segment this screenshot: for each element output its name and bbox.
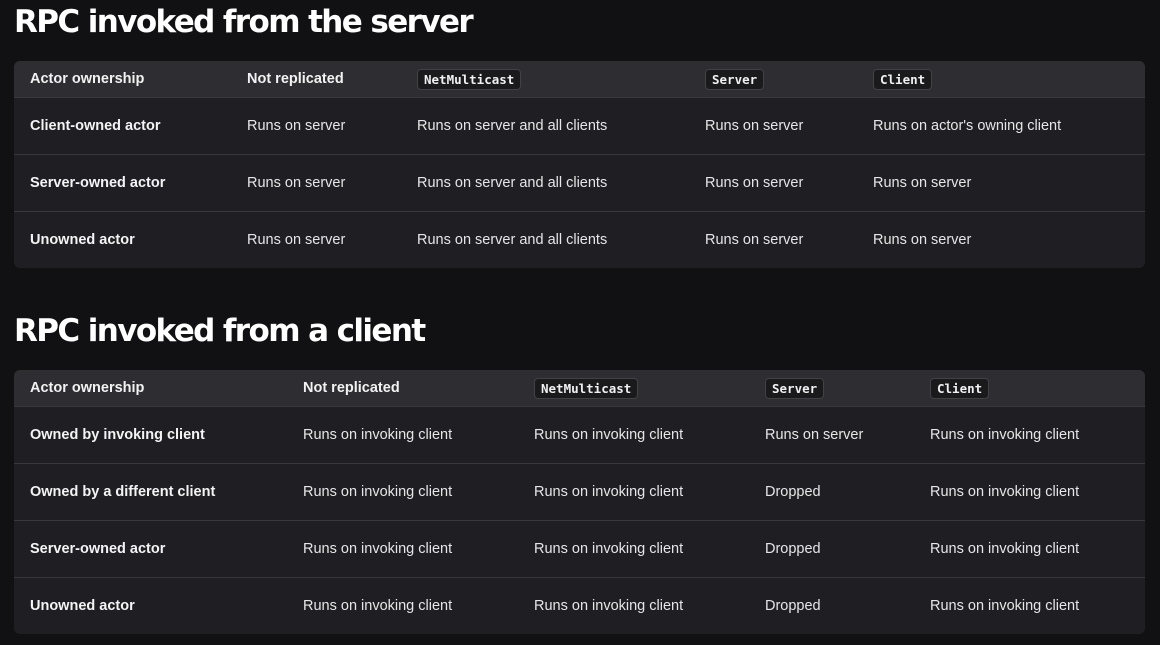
table-cell: Dropped — [765, 484, 821, 500]
table-cell: Runs on server — [873, 232, 972, 248]
table-cell: Runs on invoking client — [534, 427, 684, 443]
header-actor-ownership: Actor ownership — [30, 71, 145, 87]
table-row: Server-owned actor Runs on server Runs o… — [14, 154, 1145, 211]
table-cell: Runs on invoking client — [930, 541, 1080, 557]
row-label: Owned by a different client — [30, 484, 216, 500]
table-cell: Runs on server — [247, 118, 346, 134]
table-header-row: Actor ownership Not replicated NetMultic… — [14, 370, 1145, 406]
header-not-replicated: Not replicated — [247, 71, 344, 87]
rpc-client-table: Actor ownership Not replicated NetMultic… — [14, 370, 1145, 634]
table-cell: Runs on actor's owning client — [873, 118, 1062, 134]
rpc-server-table: Actor ownership Not replicated NetMultic… — [14, 61, 1145, 268]
table-row: Client-owned actor Runs on server Runs o… — [14, 97, 1145, 154]
table-cell: Runs on server — [873, 175, 972, 191]
table-header-row: Actor ownership Not replicated NetMultic… — [14, 61, 1145, 97]
table-row: Unowned actor Runs on server Runs on ser… — [14, 211, 1145, 268]
header-server: Server — [705, 61, 765, 97]
header-not-replicated: Not replicated — [303, 380, 400, 396]
code-client: Client — [873, 68, 933, 90]
table-cell: Runs on server — [247, 232, 346, 248]
table-row: Owned by a different client Runs on invo… — [14, 463, 1145, 520]
table-cell: Runs on invoking client — [534, 484, 684, 500]
table-row: Unowned actor Runs on invoking client Ru… — [14, 577, 1145, 634]
table-cell: Runs on server — [705, 232, 804, 248]
table-cell: Runs on invoking client — [930, 484, 1080, 500]
header-netmulticast: NetMulticast — [534, 370, 639, 406]
header-client: Client — [930, 370, 990, 406]
table-cell: Dropped — [765, 541, 821, 557]
row-label: Unowned actor — [30, 232, 135, 248]
table-cell: Runs on server — [247, 175, 346, 191]
table-cell: Runs on server — [705, 175, 804, 191]
header-server: Server — [765, 370, 825, 406]
code-netmulticast: NetMulticast — [534, 377, 639, 399]
row-label: Server-owned actor — [30, 541, 166, 557]
table-cell: Runs on server and all clients — [417, 232, 608, 248]
header-client: Client — [873, 61, 933, 97]
table-cell: Runs on server and all clients — [417, 175, 608, 191]
table-cell: Runs on invoking client — [534, 598, 684, 614]
row-label: Unowned actor — [30, 598, 135, 614]
row-label: Client-owned actor — [30, 118, 161, 134]
row-label: Owned by invoking client — [30, 427, 205, 443]
table-cell: Runs on server — [765, 427, 864, 443]
table-cell: Dropped — [765, 598, 821, 614]
table-cell: Runs on invoking client — [303, 427, 453, 443]
code-server: Server — [765, 377, 825, 399]
table-cell: Runs on invoking client — [930, 427, 1080, 443]
header-actor-ownership: Actor ownership — [30, 380, 145, 396]
table-cell: Runs on server — [705, 118, 804, 134]
code-client: Client — [930, 377, 990, 399]
table-cell: Runs on invoking client — [303, 598, 453, 614]
table-cell: Runs on invoking client — [534, 541, 684, 557]
table-cell: Runs on server and all clients — [417, 118, 608, 134]
header-netmulticast: NetMulticast — [417, 61, 522, 97]
table-cell: Runs on invoking client — [930, 598, 1080, 614]
table-cell: Runs on invoking client — [303, 541, 453, 557]
table-cell: Runs on invoking client — [303, 484, 453, 500]
code-server: Server — [705, 68, 765, 90]
section-title-client: RPC invoked from a client — [14, 313, 426, 349]
section-title-server: RPC invoked from the server — [14, 4, 474, 40]
table-row: Server-owned actor Runs on invoking clie… — [14, 520, 1145, 577]
row-label: Server-owned actor — [30, 175, 166, 191]
table-row: Owned by invoking client Runs on invokin… — [14, 406, 1145, 463]
code-netmulticast: NetMulticast — [417, 68, 522, 90]
